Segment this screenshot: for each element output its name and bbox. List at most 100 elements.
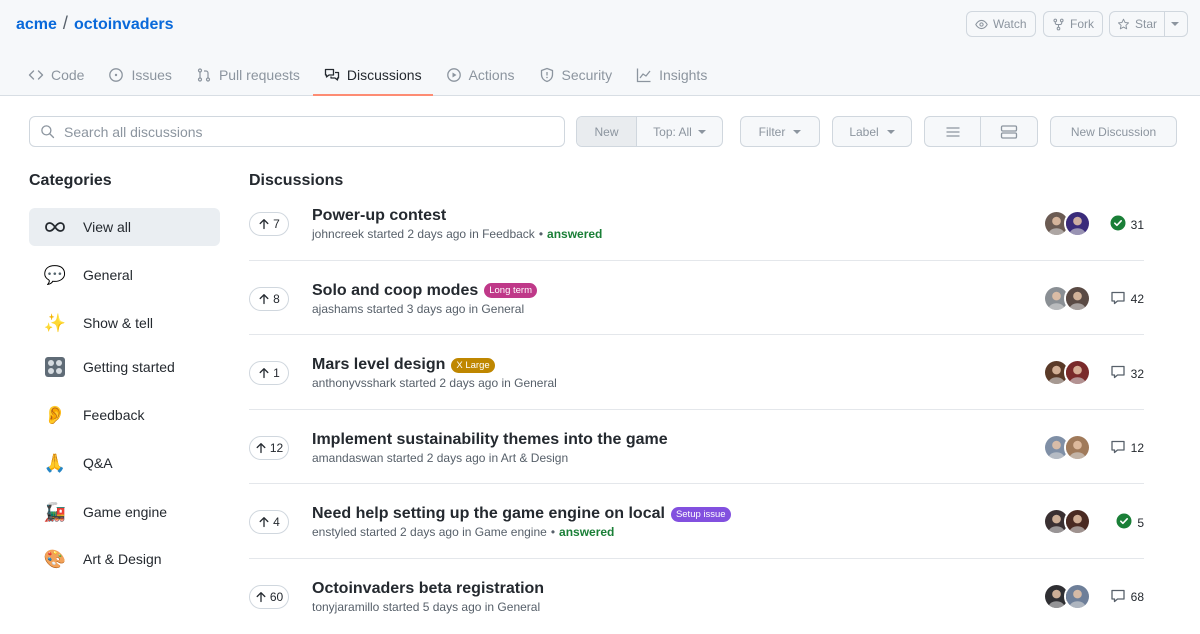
- discussion-title-link[interactable]: Implement sustainability themes into the…: [312, 431, 668, 449]
- avatar[interactable]: [1064, 433, 1091, 461]
- list-view-button[interactable]: [925, 117, 982, 146]
- category-general[interactable]: 💬 General: [29, 256, 220, 294]
- cards-icon: [1000, 124, 1018, 139]
- tab-actions[interactable]: Actions: [434, 56, 527, 94]
- discussion-title-group: Mars level design X Large: [312, 356, 495, 374]
- issue-icon: [109, 68, 124, 82]
- tab-insights[interactable]: Insights: [624, 56, 719, 94]
- tab-label: Pull requests: [218, 67, 300, 83]
- fork-button[interactable]: Fork: [1043, 11, 1103, 37]
- vote-count: 12: [269, 440, 284, 455]
- discussion-title-group: Implement sustainability themes into the…: [312, 431, 668, 449]
- comment-icon: [1110, 291, 1125, 304]
- category-show-and-tell[interactable]: ✨ Show & tell: [29, 304, 220, 342]
- discussion-stat: 68: [1110, 588, 1144, 607]
- eye-icon: [975, 19, 988, 29]
- upvote-button[interactable]: 1: [249, 361, 289, 385]
- category-label: Feedback: [83, 407, 145, 423]
- discussion-row[interactable]: 7 Power-up contest johncreek started 2 d…: [249, 186, 1144, 261]
- discussion-title-link[interactable]: Power-up contest: [312, 207, 446, 225]
- categories-list: View all 💬 General ✨ Show & tell Getting…: [29, 208, 220, 578]
- sort-top-label: Top: All: [653, 124, 692, 139]
- avatar-image: [1066, 361, 1089, 384]
- breadcrumb-separator: /: [62, 13, 68, 33]
- palette-icon: 🎨: [43, 549, 67, 569]
- shield-icon: [540, 67, 553, 83]
- tab-label: Issues: [131, 67, 172, 83]
- infinity-icon: [43, 215, 67, 239]
- category-getting-started[interactable]: Getting started: [29, 348, 220, 386]
- avatar[interactable]: [1064, 284, 1091, 312]
- vote-count: 8: [273, 291, 280, 306]
- code-icon: [28, 70, 44, 80]
- avatar[interactable]: [1064, 582, 1091, 610]
- arrow-up-icon: [259, 293, 269, 304]
- discussion-stat: 12: [1110, 439, 1144, 458]
- discussion-title-link[interactable]: Mars level design: [312, 356, 445, 374]
- avatar[interactable]: [1064, 210, 1091, 237]
- category-art-and-design[interactable]: 🎨 Art & Design: [29, 540, 220, 578]
- discussion-title-link[interactable]: Solo and coop modes: [312, 282, 478, 300]
- category-feedback[interactable]: 👂 Feedback: [29, 396, 220, 434]
- tab-issues[interactable]: Issues: [96, 56, 183, 94]
- tab-label: Insights: [659, 67, 708, 83]
- sort-new-button[interactable]: New: [577, 117, 637, 146]
- star-icon: [1117, 18, 1130, 29]
- filter-label: Filter: [758, 124, 786, 139]
- categories-heading: Categories: [29, 172, 112, 189]
- repo-owner-link[interactable]: acme: [16, 16, 57, 33]
- avatar[interactable]: [1064, 508, 1091, 535]
- filter-button[interactable]: Filter: [740, 116, 820, 147]
- discussion-meta: enstyled started 2 days ago in Game engi…: [312, 525, 614, 539]
- upvote-button[interactable]: 8: [249, 286, 289, 311]
- upvote-button[interactable]: 7: [249, 212, 289, 236]
- upvote-button[interactable]: 4: [249, 510, 289, 534]
- new-discussion-button[interactable]: New Discussion: [1050, 116, 1177, 147]
- tab-code[interactable]: Code: [16, 56, 96, 94]
- card-view-button[interactable]: [981, 117, 1037, 146]
- stat-count: 31: [1130, 217, 1144, 232]
- category-label: Q&A: [83, 455, 113, 471]
- label-badge[interactable]: Long term: [484, 283, 538, 298]
- upvote-button[interactable]: 60: [249, 584, 289, 609]
- avatar[interactable]: [1064, 359, 1091, 386]
- discussion-meta-text: tonyjaramillo started 5 days ago in Gene…: [312, 599, 541, 614]
- sort-top-button[interactable]: Top: All: [637, 117, 722, 146]
- search-input[interactable]: [64, 123, 544, 140]
- discussion-meta-text: ajashams started 3 days ago in General: [312, 301, 525, 316]
- arrow-up-icon: [259, 219, 269, 230]
- discussion-row[interactable]: 8 Solo and coop modes Long term ajashams…: [249, 261, 1144, 335]
- tab-pull-requests[interactable]: Pull requests: [184, 56, 312, 94]
- answered-icon: [1110, 215, 1126, 234]
- comments-icon: [1110, 364, 1126, 383]
- category-view-all[interactable]: View all: [29, 208, 220, 246]
- upvote-button[interactable]: 12: [249, 435, 289, 460]
- meta-dot: •: [538, 227, 544, 241]
- participant-avatars: [1043, 359, 1091, 387]
- discussion-row[interactable]: 1 Mars level design X Large anthonyvssha…: [249, 335, 1144, 410]
- tab-security[interactable]: Security: [527, 56, 625, 94]
- sort-segmented-control: New Top: All: [576, 116, 723, 147]
- participant-avatars: [1043, 433, 1091, 462]
- category-label: Show & tell: [83, 315, 154, 331]
- category-game-engine[interactable]: 🚂 Game engine: [29, 493, 220, 531]
- label-badge[interactable]: X Large: [451, 357, 495, 373]
- label-badge[interactable]: Setup issue: [670, 506, 731, 522]
- tab-discussions[interactable]: Discussions: [312, 56, 434, 96]
- category-qa[interactable]: 🙏 Q&A: [29, 444, 220, 482]
- star-button[interactable]: Star: [1110, 12, 1166, 36]
- watch-button[interactable]: Watch: [966, 11, 1036, 37]
- discussion-row[interactable]: 60 Octoinvaders beta registration tonyja…: [249, 559, 1144, 634]
- repo-name-link[interactable]: octoinvaders: [74, 16, 174, 33]
- discussion-meta: anthonyvsshark started 2 days ago in Gen…: [312, 376, 557, 390]
- discussion-title-link[interactable]: Octoinvaders beta registration: [312, 580, 544, 598]
- discussion-title-link[interactable]: Need help setting up the game engine on …: [312, 505, 665, 523]
- check-circle-icon: [1116, 513, 1132, 529]
- label-button[interactable]: Label: [832, 116, 912, 147]
- discussion-row[interactable]: 4 Need help setting up the game engine o…: [249, 484, 1144, 559]
- discussion-meta: johncreek started 2 days ago in Feedback…: [312, 227, 602, 241]
- folded-hands-icon: 🙏: [43, 453, 67, 473]
- star-dropdown-button[interactable]: [1165, 12, 1185, 36]
- discussion-row[interactable]: 12 Implement sustainability themes into …: [249, 410, 1144, 484]
- vote-count: 4: [273, 515, 280, 529]
